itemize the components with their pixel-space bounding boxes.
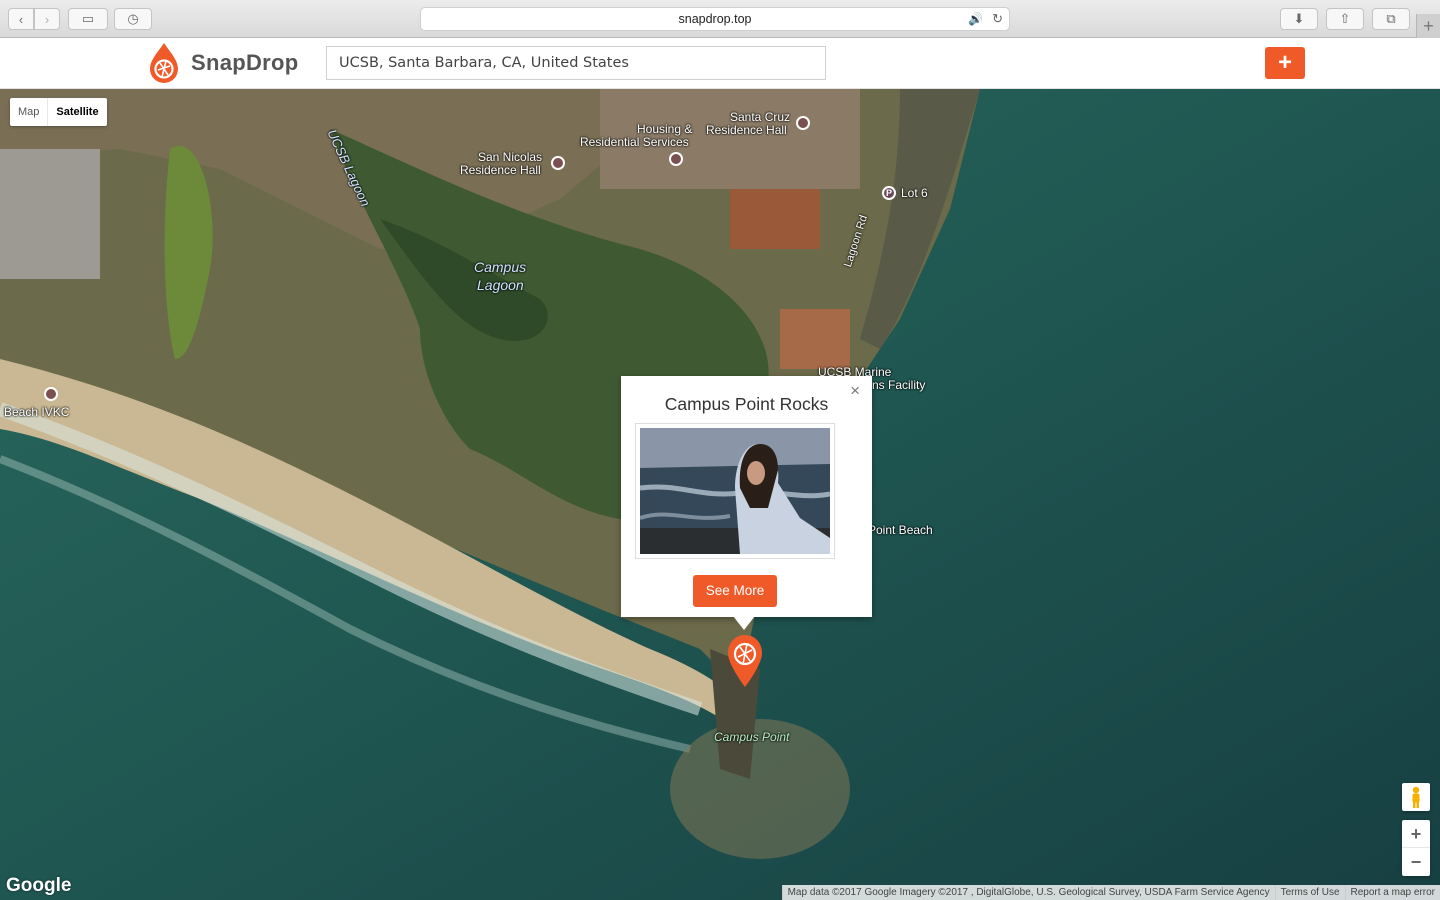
chevron-left-icon: ‹	[18, 11, 24, 27]
forward-button[interactable]: ›	[34, 8, 60, 30]
map-label-housing-line2: Residential Services	[580, 135, 689, 149]
chevron-right-icon: ›	[44, 11, 50, 27]
poi-marker-icon[interactable]	[669, 152, 683, 166]
photo-thumbnail	[639, 428, 831, 554]
download-icon: ⬇	[1293, 11, 1305, 26]
map-label-santa-cruz-line1: Santa Cruz	[730, 110, 791, 124]
brand-name: SnapDrop	[191, 50, 299, 75]
history-button[interactable]: ◷	[114, 8, 152, 30]
pegman-icon	[1412, 786, 1420, 808]
share-button[interactable]: ⇧	[1326, 8, 1364, 30]
map-attribution: Map data ©2017 Google Imagery ©2017 , Di…	[781, 885, 1440, 900]
poi-marker-icon[interactable]	[551, 156, 565, 170]
report-map-error-link[interactable]: Report a map error	[1344, 885, 1440, 900]
map-label-campus-lagoon-line1: Campus	[474, 259, 527, 275]
downloads-button[interactable]: ⬇	[1280, 8, 1318, 30]
popup-pointer	[733, 616, 755, 630]
browser-toolbar: ‹ › ▭ ◷ snapdrop.top 🔊 ↻ ⬇ ⇧ ⧉ +	[0, 0, 1440, 38]
map-label-campus-point: Campus Point	[714, 730, 790, 744]
reload-icon[interactable]: ↻	[992, 8, 1003, 30]
logo[interactable]: SnapDrop	[148, 42, 299, 84]
plus-icon: +	[1277, 49, 1292, 76]
map-type-satellite-button[interactable]: Satellite	[47, 98, 106, 126]
back-button[interactable]: ‹	[8, 8, 34, 30]
zoom-out-button[interactable]: −	[1402, 848, 1430, 876]
speaker-icon[interactable]: 🔊	[968, 8, 983, 30]
add-drop-button[interactable]: +	[1265, 47, 1305, 79]
share-icon: ⇧	[1339, 11, 1351, 26]
app-header: SnapDrop +	[0, 38, 1440, 89]
address-bar[interactable]: snapdrop.top 🔊 ↻	[420, 7, 1010, 31]
tabs-icon: ⧉	[1386, 11, 1396, 26]
satellite-map[interactable]: Map Satellite UCSB Lagoon Campus Lagoon …	[0, 89, 1440, 900]
map-label-lot6: Lot 6	[901, 186, 928, 200]
map-type-control[interactable]: Map Satellite	[10, 98, 107, 126]
snapdrop-logo-icon	[150, 43, 178, 83]
sidebar-icon: ▭	[81, 11, 95, 26]
see-more-button[interactable]: See More	[693, 575, 777, 607]
street-view-pegman-icon[interactable]	[1402, 783, 1430, 811]
parking-icon[interactable]: P	[882, 186, 896, 200]
location-search-input[interactable]	[326, 46, 826, 80]
map-label-housing-line1: Housing &	[637, 122, 693, 136]
zoom-control[interactable]: + −	[1402, 820, 1430, 876]
url-text: snapdrop.top	[678, 12, 752, 26]
plus-icon: +	[1423, 16, 1434, 36]
map-type-map-button[interactable]: Map	[10, 98, 47, 126]
map-label-santa-cruz-line2: Residence Hall	[706, 123, 787, 137]
map-label-san-nicolas-line1: San Nicolas	[478, 150, 543, 164]
popup-title: Campus Point Rocks	[664, 394, 829, 414]
popup-photo[interactable]	[635, 423, 835, 559]
tab-overview-button[interactable]: ⧉	[1372, 8, 1410, 30]
map-label-campus-lagoon-line2: Lagoon	[477, 277, 524, 293]
new-tab-button[interactable]: +	[1416, 14, 1440, 38]
sidebar-button[interactable]: ▭	[68, 8, 108, 30]
map-label-beach-ivkc: Beach IVKC	[4, 405, 70, 419]
google-logo[interactable]: Google	[6, 875, 71, 897]
info-popup: × Campus Point Rocks See More	[621, 376, 872, 617]
map-label-point-beach: Point Beach	[868, 523, 933, 537]
map-label-marine-line2: ns Facility	[872, 378, 926, 392]
zoom-in-button[interactable]: +	[1402, 820, 1430, 848]
clock-icon: ◷	[127, 11, 139, 26]
map-data-attribution: Map data ©2017 Google Imagery ©2017 , Di…	[781, 885, 1275, 900]
poi-marker-icon[interactable]	[44, 387, 58, 401]
poi-marker-icon[interactable]	[796, 116, 810, 130]
terms-of-use-link[interactable]: Terms of Use	[1274, 885, 1345, 900]
map-label-san-nicolas-line2: Residence Hall	[460, 163, 541, 177]
snapdrop-marker-icon[interactable]	[727, 633, 763, 689]
